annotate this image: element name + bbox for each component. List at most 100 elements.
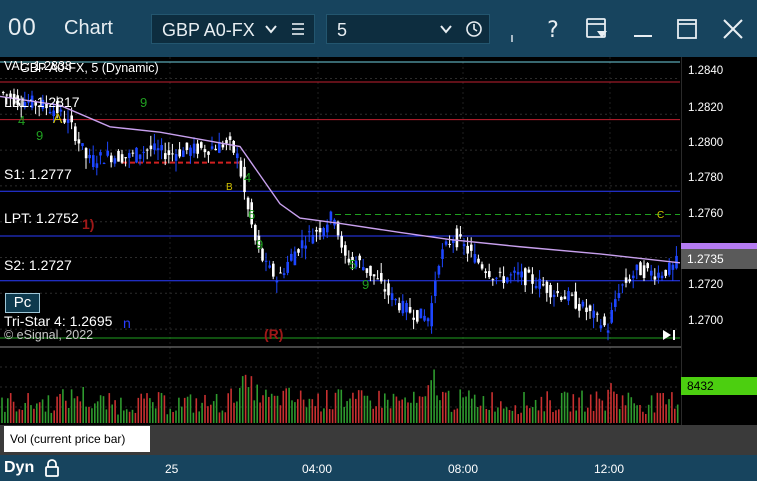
candle-body bbox=[92, 155, 95, 168]
candle-body bbox=[567, 291, 570, 301]
pc-button[interactable]: Pc bbox=[5, 293, 40, 313]
candle-body bbox=[405, 303, 408, 313]
candle-body bbox=[286, 261, 289, 273]
menu-icon[interactable] bbox=[290, 22, 306, 36]
time-axis[interactable] bbox=[0, 455, 757, 481]
candle-body bbox=[668, 262, 671, 275]
candle-body bbox=[189, 147, 192, 156]
candle-body bbox=[423, 315, 426, 321]
candle-body bbox=[610, 309, 613, 323]
candle-body bbox=[380, 273, 383, 282]
candle-body bbox=[491, 279, 495, 281]
app-icon[interactable]: 00 bbox=[8, 14, 37, 42]
candle-body bbox=[117, 150, 120, 162]
candle-body bbox=[99, 152, 102, 156]
candle-body bbox=[272, 263, 275, 277]
tristar-level-label: Tri-Star 4: 1.2695 bbox=[4, 313, 113, 329]
candle-body bbox=[102, 163, 106, 165]
a-marker: A bbox=[53, 110, 63, 126]
candle-body bbox=[369, 265, 372, 276]
candle-body bbox=[308, 231, 311, 233]
candle-body bbox=[290, 253, 293, 261]
candle-body bbox=[614, 299, 617, 307]
candle-body bbox=[131, 152, 135, 154]
resize-grip-icon bbox=[511, 35, 513, 42]
interval-selector[interactable]: 5 bbox=[326, 14, 490, 44]
candle-body bbox=[574, 291, 577, 309]
candle-body bbox=[239, 160, 243, 177]
candle-body bbox=[228, 136, 232, 140]
volume-value-badge: 8432 bbox=[681, 377, 757, 395]
candle-body bbox=[538, 278, 541, 289]
close-icon[interactable] bbox=[718, 14, 748, 44]
candle-body bbox=[416, 310, 419, 322]
price-tick: 1.2820 bbox=[688, 102, 724, 114]
chevron-down-icon[interactable] bbox=[439, 23, 453, 35]
candle-body bbox=[221, 144, 225, 148]
candle-body bbox=[462, 244, 466, 247]
candle-body bbox=[657, 272, 660, 278]
candle-body bbox=[545, 281, 549, 293]
help-icon[interactable]: ? bbox=[538, 14, 568, 44]
maximize-icon[interactable] bbox=[672, 14, 702, 44]
candle-body bbox=[81, 143, 84, 147]
candle-body bbox=[167, 150, 171, 156]
current-price-badge: 1.2735 bbox=[681, 249, 757, 269]
candle-body bbox=[110, 155, 113, 163]
scroll-to-end-icon[interactable] bbox=[660, 328, 678, 342]
candle-body bbox=[502, 276, 505, 283]
price-tick: 1.2800 bbox=[688, 137, 724, 149]
candle-body bbox=[434, 281, 437, 296]
chevron-down-icon[interactable] bbox=[264, 23, 278, 35]
price-tick: 1.2840 bbox=[688, 65, 724, 77]
candle-body bbox=[358, 255, 361, 261]
price-axis[interactable]: 1.2840 1.2820 1.2800 1.2780 1.2760 1.272… bbox=[681, 57, 757, 347]
candle-body bbox=[138, 154, 142, 159]
candle-body bbox=[120, 154, 124, 163]
candle-body bbox=[466, 245, 469, 254]
sequence-count-label: 5 bbox=[349, 257, 356, 272]
volume-close-icon[interactable]: ✖ bbox=[131, 426, 144, 444]
candle-body bbox=[398, 303, 401, 311]
dyn-mode-label[interactable]: Dyn bbox=[4, 459, 34, 477]
clock-icon[interactable] bbox=[465, 20, 483, 38]
sequence-count-label: 6 bbox=[248, 207, 255, 222]
candle-body bbox=[506, 277, 509, 283]
candle-body bbox=[534, 286, 538, 288]
c-marker: C bbox=[657, 210, 665, 221]
candle-body bbox=[200, 142, 203, 148]
price-tick: 1.2780 bbox=[688, 172, 724, 184]
time-tick: 08:00 bbox=[448, 462, 479, 476]
candle-body bbox=[77, 139, 81, 144]
r-marker: (R) bbox=[264, 326, 284, 342]
candle-body bbox=[178, 149, 181, 157]
candle-body bbox=[531, 274, 534, 284]
candle-body bbox=[135, 147, 138, 163]
symbol-selector[interactable]: GBP A0-FX bbox=[151, 14, 315, 44]
time-tick: 25 bbox=[165, 462, 179, 476]
lock-icon[interactable] bbox=[43, 458, 61, 478]
candle-body bbox=[185, 142, 189, 151]
candle-body bbox=[390, 293, 394, 300]
price-chart[interactable]: 499469591)n bbox=[0, 57, 757, 481]
price-tick: 1.2700 bbox=[688, 315, 724, 327]
candle-body bbox=[653, 276, 657, 280]
chart-area[interactable]: 4 9 9 4 6 9 5 9 1) n VAL: 1.2838 GBP A0-FX, 5 (Dy… bbox=[0, 57, 757, 481]
candle-body bbox=[596, 313, 599, 315]
volume-study-label[interactable]: Vol (current price bar) bbox=[4, 426, 150, 452]
candle-body bbox=[513, 270, 516, 273]
candle-body bbox=[383, 289, 387, 292]
candle-body bbox=[581, 301, 585, 307]
interval-value: 5 bbox=[337, 20, 348, 40]
svg-text:?: ? bbox=[547, 18, 559, 43]
candle-body bbox=[300, 240, 304, 249]
candle-body bbox=[642, 265, 646, 278]
red-marker-label: 1) bbox=[82, 216, 94, 232]
template-icon[interactable] bbox=[582, 14, 612, 44]
candle-body bbox=[671, 264, 675, 270]
minimize-icon[interactable] bbox=[628, 14, 658, 44]
candle-body bbox=[509, 274, 513, 276]
candle-body bbox=[419, 308, 423, 319]
candle-body bbox=[282, 273, 286, 275]
s1-level-label: S1: 1.2777 bbox=[4, 166, 72, 182]
